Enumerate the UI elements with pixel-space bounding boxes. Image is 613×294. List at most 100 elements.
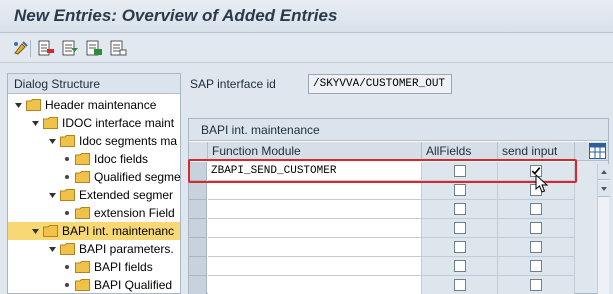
function-module-input[interactable]: ZBAPI_SEND_CUSTOMER xyxy=(208,162,422,181)
tree-item-label: IDOC interface maint xyxy=(62,116,175,130)
function-module-input[interactable] xyxy=(208,276,422,294)
tree-item[interactable]: Qualified segme xyxy=(8,168,181,186)
allfields-cell xyxy=(422,276,498,294)
allfields-checkbox[interactable] xyxy=(453,203,466,215)
tree-item[interactable]: BAPI Qualified xyxy=(8,276,180,293)
tree-item-label: BAPI fields xyxy=(94,260,153,274)
column-header-allfields[interactable]: AllFields xyxy=(422,142,498,161)
send-input-checkbox[interactable] xyxy=(530,279,542,291)
deselect-all-icon[interactable] xyxy=(109,39,127,57)
function-module-input[interactable] xyxy=(208,219,422,238)
tree-item[interactable]: BAPI int. maintenanc xyxy=(8,222,180,240)
folder-icon xyxy=(43,225,58,237)
folder-icon xyxy=(26,99,41,111)
scroll-up-button[interactable] xyxy=(598,164,610,180)
send-input-cell xyxy=(498,200,575,219)
tree-item[interactable]: Idoc segments ma xyxy=(8,132,180,150)
expand-arrow-icon[interactable] xyxy=(48,245,57,254)
send-input-cell xyxy=(498,276,575,294)
tree-item-label: Qualified segme xyxy=(94,170,181,184)
tree-item[interactable]: BAPI parameters. xyxy=(8,240,180,258)
send-input-cell xyxy=(498,238,575,257)
allfields-checkbox[interactable] xyxy=(453,279,466,291)
tree-item-label: Extended segmer xyxy=(79,188,174,202)
folder-icon xyxy=(75,153,90,165)
row-selector[interactable] xyxy=(189,181,207,200)
send-input-cell xyxy=(498,257,575,276)
function-module-input[interactable] xyxy=(208,238,422,257)
allfields-checkbox[interactable] xyxy=(453,165,466,177)
table-settings-icon[interactable] xyxy=(589,143,606,159)
scroll-page-button[interactable] xyxy=(598,181,610,197)
allfields-checkbox[interactable] xyxy=(453,241,466,253)
function-module-input[interactable] xyxy=(208,257,422,276)
delete-icon[interactable] xyxy=(37,39,55,57)
column-header-function-module[interactable]: Function Module xyxy=(208,142,422,161)
folder-icon xyxy=(43,117,58,129)
folder-icon xyxy=(75,279,90,291)
allfields-cell xyxy=(422,219,498,238)
expand-arrow-icon[interactable] xyxy=(48,137,57,146)
allfields-cell xyxy=(422,181,498,200)
page-title: New Entries: Overview of Added Entries xyxy=(14,6,338,25)
dialog-structure-title: Dialog Structure xyxy=(8,74,180,94)
dialog-structure-panel: Dialog Structure Header maintenance IDOC … xyxy=(7,73,181,294)
send-input-checkbox[interactable] xyxy=(530,203,542,215)
folder-icon xyxy=(75,261,90,273)
tree-item[interactable]: IDOC interface maint xyxy=(8,114,180,132)
expand-arrow-icon[interactable] xyxy=(31,227,40,236)
tree-item[interactable]: BAPI fields xyxy=(8,258,180,276)
allfields-cell xyxy=(422,200,498,219)
bullet-icon xyxy=(65,157,69,161)
row-selector[interactable] xyxy=(189,200,207,219)
folder-icon xyxy=(75,171,90,183)
row-selector[interactable] xyxy=(189,238,207,257)
bullet-icon xyxy=(65,175,69,179)
toolbar-separator xyxy=(30,40,31,57)
title-bar: New Entries: Overview of Added Entries xyxy=(0,0,613,33)
display-change-icon[interactable] xyxy=(12,39,30,57)
folder-icon xyxy=(60,189,75,201)
expand-arrow-icon[interactable] xyxy=(31,119,40,128)
function-module-input[interactable] xyxy=(208,200,422,219)
tree-item[interactable]: Extended segmer xyxy=(8,186,180,204)
tree-item-label: BAPI parameters. xyxy=(79,242,174,256)
select-block-icon[interactable] xyxy=(85,39,103,57)
tree-item-label: BAPI int. maintenanc xyxy=(62,224,175,238)
allfields-cell xyxy=(422,162,498,181)
row-selector[interactable] xyxy=(189,257,207,276)
tree-item[interactable]: Header maintenance xyxy=(8,96,180,114)
allfields-checkbox[interactable] xyxy=(453,260,466,272)
function-module-input[interactable] xyxy=(208,181,422,200)
tree-item-label: extension Field xyxy=(94,206,175,220)
expand-arrow-icon[interactable] xyxy=(48,191,57,200)
mouse-cursor-icon xyxy=(535,174,549,193)
bullet-icon xyxy=(65,283,69,287)
interface-id-field[interactable]: /SKYVVA/CUSTOMER_OUT xyxy=(308,74,452,94)
send-input-checkbox[interactable] xyxy=(530,222,542,234)
allfields-cell xyxy=(422,257,498,276)
row-selector-header[interactable] xyxy=(189,142,208,161)
expand-arrow-icon[interactable] xyxy=(14,101,23,110)
allfields-checkbox[interactable] xyxy=(453,222,466,234)
tree-item-label: BAPI Qualified xyxy=(94,278,173,292)
send-input-cell xyxy=(498,219,575,238)
tree-item[interactable]: extension Field xyxy=(8,204,180,222)
bullet-icon xyxy=(65,211,69,215)
send-input-checkbox[interactable] xyxy=(530,260,542,272)
row-selector[interactable] xyxy=(189,219,207,238)
column-header-send-input[interactable]: send input xyxy=(498,142,575,161)
send-input-checkbox[interactable] xyxy=(530,241,542,253)
interface-id-label: SAP interface id xyxy=(190,77,276,91)
row-selector[interactable] xyxy=(189,162,207,181)
row-selector[interactable] xyxy=(189,276,207,294)
select-all-icon[interactable] xyxy=(61,39,79,57)
table-title: BAPI int. maintenance xyxy=(189,119,608,141)
vertical-scrollbar[interactable] xyxy=(597,164,610,294)
allfields-checkbox[interactable] xyxy=(453,184,466,196)
tree-item-label: Header maintenance xyxy=(45,98,157,112)
folder-icon xyxy=(75,207,90,219)
folder-icon xyxy=(60,243,75,255)
tree-item[interactable]: Idoc fields xyxy=(8,150,180,168)
folder-icon xyxy=(60,135,75,147)
